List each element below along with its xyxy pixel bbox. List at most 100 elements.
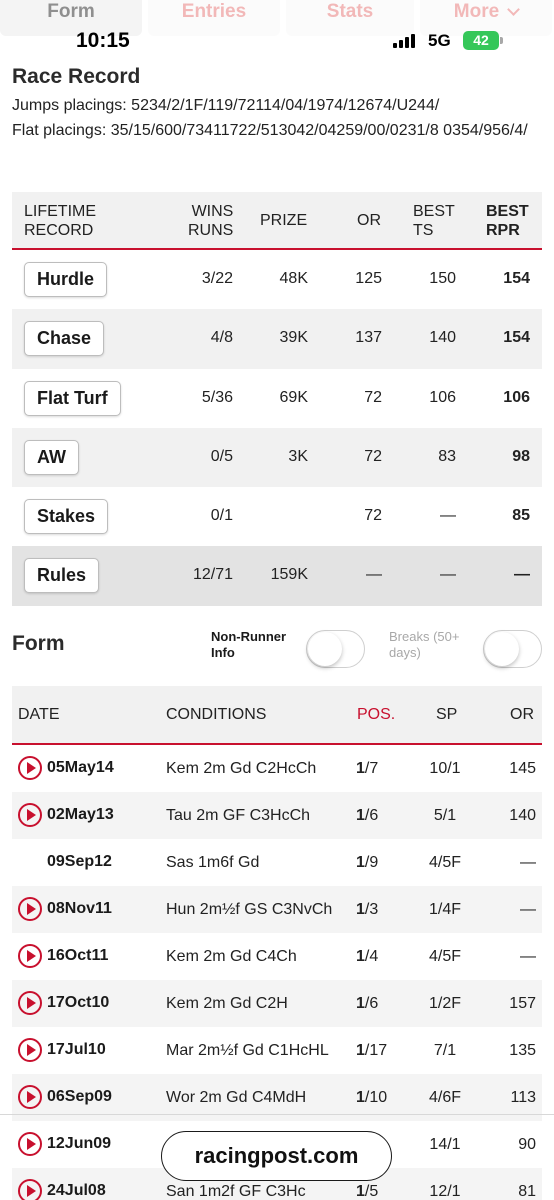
form-date: 02May13 (47, 806, 114, 823)
lifetime-row-chase: Chase 4/8 39K 137 140 154 (12, 309, 542, 369)
cell-best-rpr: 85 (512, 507, 530, 525)
form-or: 81 (518, 1183, 536, 1200)
cell-best-rpr: 154 (503, 329, 530, 347)
form-sp: 10/1 (429, 760, 461, 777)
watermark-divider (0, 1114, 554, 1115)
cell-prize: 159K (270, 566, 308, 584)
play-video-icon[interactable] (18, 944, 42, 968)
cell-or: — (366, 566, 382, 584)
non-runner-info-label: Non-Runner Info (211, 629, 287, 660)
cell-wins-runs: 0/1 (210, 507, 233, 525)
watermark-logo: racingpost.com (161, 1131, 392, 1181)
play-video-icon[interactable] (18, 1132, 42, 1156)
header-prize: PRIZE (260, 212, 308, 229)
form-conditions: Kem 2m Gd C2HcCh (166, 760, 317, 777)
cell-wins-runs: 3/22 (201, 270, 233, 287)
cell-best-rpr: 106 (503, 388, 530, 406)
breaks-toggle[interactable] (483, 630, 542, 668)
toggle-knob (308, 632, 342, 666)
form-position: 1/6 (356, 995, 379, 1012)
form-date: 12Jun09 (47, 1135, 112, 1152)
form-or: 113 (510, 1089, 536, 1106)
play-video-icon[interactable] (18, 1179, 42, 1200)
form-sp: 4/5F (428, 854, 461, 871)
form-conditions: San 1m2f GF C3Hc (166, 1183, 306, 1200)
race-type-button-flat-turf[interactable]: Flat Turf (24, 380, 121, 416)
tab-label: Entries (181, 1, 247, 22)
form-date: 17Oct10 (47, 994, 110, 1011)
cell-wins-runs: 5/36 (201, 388, 233, 406)
race-type-button-chase[interactable]: Chase (24, 321, 105, 357)
play-video-icon[interactable] (18, 803, 42, 827)
chevron-down-icon (507, 3, 521, 16)
cell-best-ts: — (440, 507, 456, 525)
form-row[interactable]: 09Sep12 Sas 1m6f Gd 1/9 4/5F — (12, 839, 542, 886)
form-header-row: DATE CONDITIONS POS. SP OR (12, 686, 542, 745)
form-sp: 12/1 (429, 1183, 461, 1200)
race-type-button-hurdle[interactable]: Hurdle (24, 262, 108, 297)
form-conditions: Tau 2m GF C3HcCh (166, 807, 311, 824)
cell-best-ts: 83 (438, 447, 456, 465)
play-video-icon[interactable] (18, 897, 42, 921)
play-video-icon[interactable] (18, 1038, 42, 1062)
form-or: 135 (509, 1042, 536, 1059)
network-type: 5G (428, 31, 451, 50)
play-video-icon[interactable] (18, 756, 42, 780)
header-conditions: CONDITIONS (166, 706, 267, 723)
lifetime-row-flat-turf: Flat Turf 5/36 69K 72 106 106 (12, 369, 542, 428)
form-row[interactable]: 17Jul10 Mar 2m½f Gd C1HcHL 1/17 7/1 135 (12, 1027, 542, 1074)
non-runner-info-toggle[interactable] (306, 630, 365, 668)
lifetime-row-aw: AW 0/5 3K 72 83 98 (12, 427, 542, 488)
form-date: 06Sep09 (47, 1088, 112, 1105)
lifetime-record-table: LIFETIME RECORD WINS RUNS PRIZE OR BEST TS … (12, 192, 542, 606)
header-best-rpr: BEST RPR (486, 203, 529, 239)
cell-best-ts: 140 (429, 329, 456, 347)
status-bar: 10:15 5G 42 (0, 26, 554, 54)
form-or: 90 (518, 1136, 536, 1153)
cell-best-ts: — (440, 566, 456, 584)
form-position: 1/4 (356, 948, 379, 965)
cell-prize: 3K (288, 447, 308, 465)
form-position: 1/5 (356, 1183, 379, 1200)
form-row[interactable]: 08Nov11 Hun 2m½f GS C3NvCh 1/3 1/4F — (12, 886, 542, 933)
form-position: 1/17 (356, 1042, 388, 1059)
cell-best-rpr: 98 (512, 447, 530, 465)
form-date: 09Sep12 (47, 853, 112, 870)
tab-label: More (453, 1, 500, 22)
lifetime-header-row: LIFETIME RECORD WINS RUNS PRIZE OR BEST TS … (12, 192, 542, 250)
form-or: — (520, 854, 536, 871)
form-or: — (520, 948, 536, 965)
form-section-title: Form (12, 632, 65, 655)
form-row[interactable]: 05May14 Kem 2m Gd C2HcCh 1/7 10/1 145 (12, 745, 542, 792)
race-type-button-aw[interactable]: AW (24, 439, 79, 475)
cell-wins-runs: 0/5 (210, 447, 233, 465)
flat-placings: Flat placings: 35/15/600/73411722/513042… (12, 122, 528, 139)
cell-prize: 39K (279, 329, 308, 347)
form-row[interactable]: 16Oct11 Kem 2m Gd C4Ch 1/4 4/5F — (12, 933, 542, 980)
play-video-icon[interactable] (18, 1085, 42, 1109)
tab-label: Stats (326, 1, 374, 22)
breaks-label: Breaks (50+ days) (389, 629, 460, 660)
form-row[interactable]: 02May13 Tau 2m GF C3HcCh 1/6 5/1 140 (12, 792, 542, 839)
play-video-icon[interactable] (18, 991, 42, 1015)
form-sp: 1/2F (428, 995, 461, 1012)
status-time: 10:15 (76, 29, 130, 52)
form-table: DATE CONDITIONS POS. SP OR 05May14 Kem 2… (12, 686, 542, 1200)
form-date: 17Jul10 (47, 1041, 106, 1058)
form-row[interactable]: 17Oct10 Kem 2m Gd C2H 1/6 1/2F 157 (12, 980, 542, 1027)
tab-label: Form (47, 1, 95, 22)
form-conditions: Wor 2m Gd C4MdH (166, 1089, 307, 1106)
cell-or: 72 (364, 507, 382, 525)
header-date: DATE (18, 706, 60, 723)
lifetime-row-stakes: Stakes 0/1 72 — 85 (12, 487, 542, 546)
battery-icon: 42 (463, 31, 499, 50)
race-type-button-rules[interactable]: Rules (24, 558, 100, 594)
form-conditions: Kem 2m Gd C4Ch (166, 948, 297, 965)
form-position: 1/3 (356, 901, 379, 918)
cell-prize: 48K (279, 270, 308, 287)
form-sp: 5/1 (433, 807, 457, 824)
form-conditions: Kem 2m Gd C2H (166, 995, 288, 1012)
cell-wins-runs: 4/8 (210, 329, 233, 347)
cell-best-ts: 106 (429, 388, 456, 406)
race-type-button-stakes[interactable]: Stakes (24, 499, 109, 535)
